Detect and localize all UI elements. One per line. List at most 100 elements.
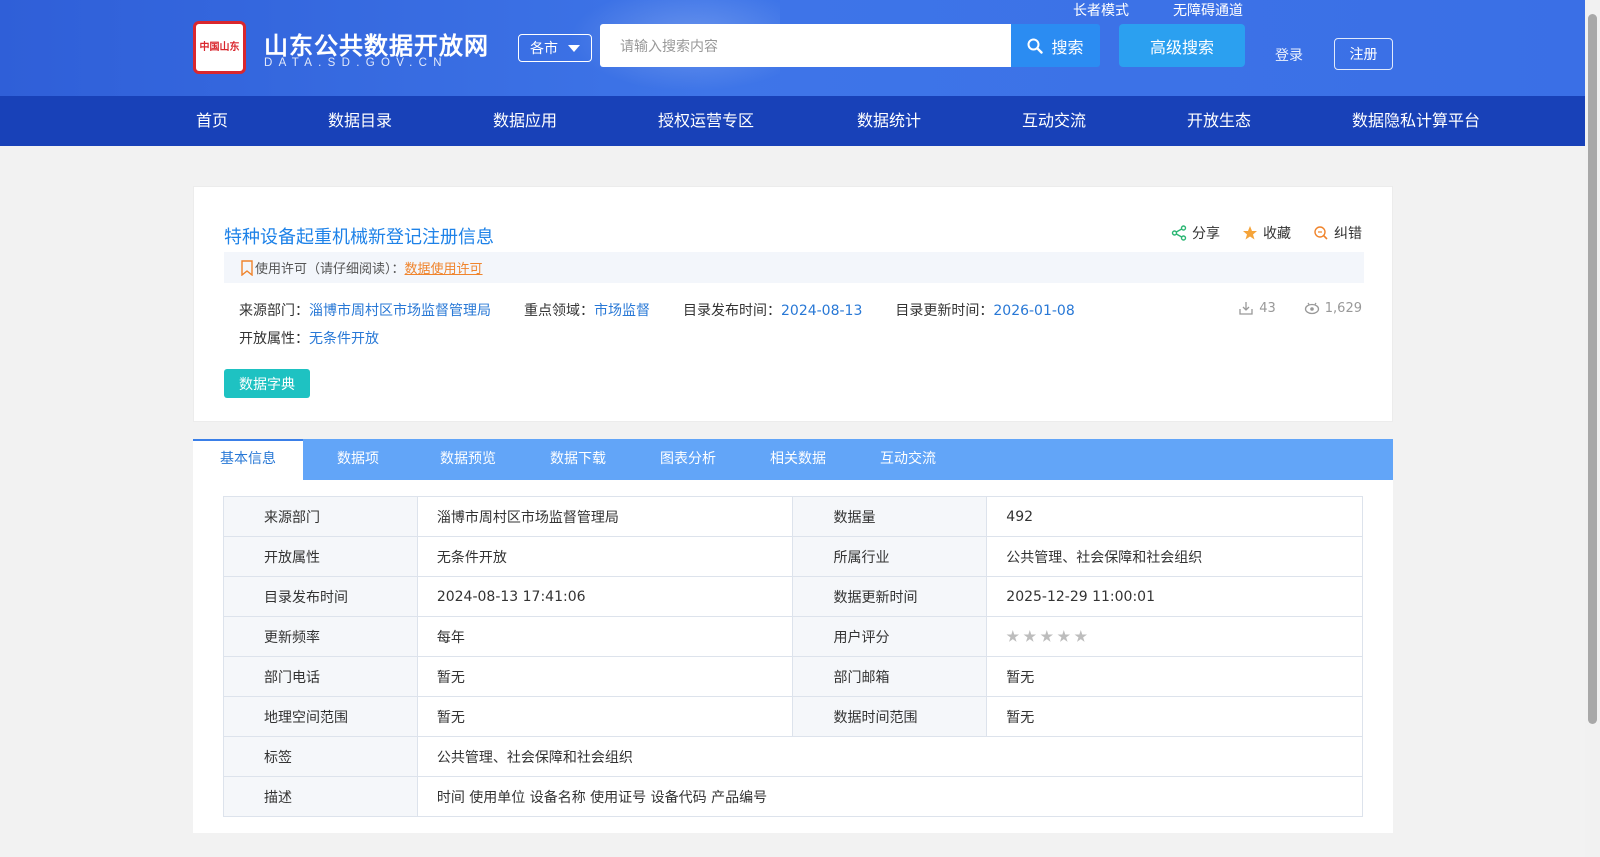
- search-button-label: 搜索: [1051, 37, 1084, 57]
- update-meta-value: 2026-01-08: [993, 303, 1075, 319]
- nav-item-catalog[interactable]: 数据目录: [328, 96, 392, 146]
- rating-star-icon[interactable]: [1006, 630, 1020, 642]
- rating-star-icon[interactable]: [1040, 630, 1054, 642]
- dataset-summary-card: 特种设备起重机械新登记注册信息 分享 收藏 纠错 使用许可（请仔细阅读）： 数据…: [193, 186, 1393, 422]
- tab-basic-info[interactable]: 基本信息: [193, 439, 303, 480]
- info-value: 2024-08-13 17:41:06: [416, 576, 794, 617]
- share-label: 分享: [1192, 226, 1220, 242]
- search-input[interactable]: [600, 24, 1011, 67]
- report-label: 纠错: [1334, 226, 1362, 242]
- rating-star-icon[interactable]: [1057, 630, 1071, 642]
- eye-icon: [1304, 302, 1319, 315]
- info-key: 所属行业: [792, 536, 988, 577]
- source-meta-value[interactable]: 淄博市周村区市场监督管理局: [309, 303, 491, 319]
- bookmark-icon: [241, 259, 253, 276]
- tab-chart-analysis[interactable]: 图表分析: [633, 439, 743, 480]
- tab-interaction[interactable]: 互动交流: [853, 439, 963, 480]
- info-key: 目录发布时间: [223, 576, 418, 617]
- source-meta: 来源部门：淄博市周村区市场监督管理局: [239, 300, 491, 320]
- login-link[interactable]: 登录: [1275, 45, 1303, 65]
- info-value: 暂无: [986, 696, 1363, 737]
- tab-data-download[interactable]: 数据下载: [523, 439, 633, 480]
- nav-item-interaction[interactable]: 互动交流: [1022, 96, 1086, 146]
- tab-data-preview[interactable]: 数据预览: [413, 439, 523, 480]
- description-value: 时间 使用单位 设备名称 使用证号 设备代码 产品编号: [416, 776, 1364, 817]
- search-button[interactable]: 搜索: [1011, 24, 1100, 67]
- site-title[interactable]: 山东公共数据开放网: [264, 26, 489, 61]
- info-value: 淄博市周村区市场监督管理局: [416, 496, 794, 537]
- info-key: 部门电话: [223, 656, 418, 697]
- nav-item-authorized[interactable]: 授权运营专区: [658, 96, 754, 146]
- table-row: 来源部门 淄博市周村区市场监督管理局 数据量 492: [223, 496, 1363, 537]
- dataset-stats: 43 1,629: [1238, 300, 1362, 316]
- meta-row-2: 开放属性：无条件开放: [239, 328, 379, 348]
- info-key: 地理空间范围: [223, 696, 418, 737]
- license-label: 使用许可（请仔细阅读）：: [255, 262, 405, 277]
- license-link[interactable]: 数据使用许可: [405, 258, 483, 277]
- advanced-search-button[interactable]: 高级搜索: [1119, 24, 1245, 67]
- info-key: 数据量: [792, 496, 988, 537]
- nav-item-statistics[interactable]: 数据统计: [857, 96, 921, 146]
- table-row: 更新频率 每年 用户评分: [223, 616, 1363, 657]
- tab-related-data[interactable]: 相关数据: [743, 439, 853, 480]
- nav-item-home[interactable]: 首页: [196, 96, 228, 146]
- info-key: 描述: [223, 776, 418, 817]
- info-key: 部门邮箱: [792, 656, 988, 697]
- info-value: 暂无: [416, 696, 794, 737]
- logo-seal-text: 中国山东: [199, 42, 240, 53]
- info-value: 每年: [416, 616, 794, 657]
- table-row: 目录发布时间 2024-08-13 17:41:06 数据更新时间 2025-1…: [223, 576, 1363, 617]
- main-nav: 首页 数据目录 数据应用 授权运营专区 数据统计 互动交流 开放生态 数据隐私计…: [0, 96, 1585, 146]
- open-meta-value[interactable]: 无条件开放: [309, 331, 379, 347]
- domain-meta-label: 重点领域：: [524, 303, 594, 319]
- city-select[interactable]: 各市: [518, 34, 592, 62]
- nav-item-ecosystem[interactable]: 开放生态: [1187, 96, 1251, 146]
- page-scrollbar[interactable]: [1585, 0, 1600, 857]
- info-value: 暂无: [416, 656, 794, 697]
- meta-row-1: 来源部门：淄博市周村区市场监督管理局 重点领域：市场监督 目录发布时间：2024…: [239, 300, 1075, 320]
- rating-star-icon[interactable]: [1074, 630, 1088, 642]
- data-dictionary-button[interactable]: 数据字典: [224, 369, 310, 398]
- elder-mode-link[interactable]: 长者模式: [1073, 0, 1129, 20]
- scrollbar-thumb[interactable]: [1588, 14, 1597, 724]
- share-button[interactable]: 分享: [1171, 223, 1220, 243]
- table-row: 开放属性 无条件开放 所属行业 公共管理、社会保障和社会组织: [223, 536, 1363, 577]
- tab-data-items[interactable]: 数据项: [303, 439, 413, 480]
- favorite-label: 收藏: [1263, 226, 1291, 242]
- star-icon: [1243, 226, 1257, 240]
- info-value: 492: [986, 496, 1363, 537]
- report-icon: [1314, 226, 1328, 240]
- publish-meta-value: 2024-08-13: [781, 303, 863, 319]
- accessibility-link[interactable]: 无障碍通道: [1173, 0, 1243, 20]
- tags-value: 公共管理、社会保障和社会组织: [416, 736, 1364, 777]
- update-meta: 目录更新时间：2026-01-08: [895, 300, 1074, 320]
- site-header: 中国山东 山东公共数据开放网 DATA.SD.GOV.CN 各市 搜索 高级搜索…: [0, 0, 1585, 96]
- rating-star-icon[interactable]: [1023, 630, 1037, 642]
- basic-info-table: 来源部门 淄博市周村区市场监督管理局 数据量 492 开放属性 无条件开放 所属…: [223, 496, 1364, 817]
- download-count-value: 43: [1259, 300, 1276, 316]
- logo-seal-icon[interactable]: 中国山东: [193, 21, 246, 74]
- source-meta-label: 来源部门：: [239, 303, 309, 319]
- nav-item-privacy-computing[interactable]: 数据隐私计算平台: [1352, 96, 1480, 146]
- table-row: 地理空间范围 暂无 数据时间范围 暂无: [223, 696, 1363, 737]
- favorite-button[interactable]: 收藏: [1242, 223, 1291, 243]
- view-count: 1,629: [1304, 300, 1362, 316]
- download-count: 43: [1238, 300, 1276, 316]
- nav-item-apps[interactable]: 数据应用: [493, 96, 557, 146]
- info-key: 用户评分: [792, 616, 988, 657]
- rating-stars[interactable]: [1006, 630, 1362, 643]
- update-meta-label: 目录更新时间：: [895, 303, 994, 319]
- city-select-label: 各市: [530, 41, 558, 57]
- basic-info-panel: 来源部门 淄博市周村区市场监督管理局 数据量 492 开放属性 无条件开放 所属…: [193, 480, 1393, 833]
- domain-meta-value[interactable]: 市场监督: [594, 303, 650, 319]
- detail-tabs: 基本信息 数据项 数据预览 数据下载 图表分析 相关数据 互动交流: [193, 439, 1393, 480]
- info-value: 无条件开放: [416, 536, 794, 577]
- report-error-button[interactable]: 纠错: [1313, 223, 1362, 243]
- share-icon: [1171, 225, 1187, 241]
- info-key: 数据时间范围: [792, 696, 988, 737]
- register-button[interactable]: 注册: [1334, 38, 1393, 70]
- info-key: 更新频率: [223, 616, 418, 657]
- table-row: 标签 公共管理、社会保障和社会组织: [223, 736, 1364, 777]
- publish-meta: 目录发布时间：2024-08-13: [683, 300, 862, 320]
- download-icon: [1239, 302, 1253, 315]
